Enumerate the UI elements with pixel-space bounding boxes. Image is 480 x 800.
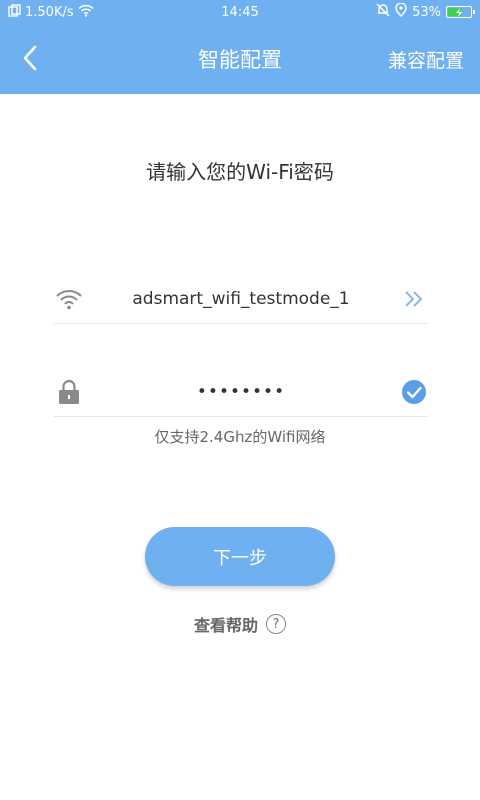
bell-muted-icon xyxy=(376,3,390,21)
title-bar: 智能配置 兼容配置 xyxy=(0,24,480,94)
compat-config-button[interactable]: 兼容配置 xyxy=(388,24,464,94)
password-prompt: 请输入您的Wi-Fi密码 xyxy=(146,160,334,184)
next-button[interactable]: 下一步 xyxy=(145,527,335,586)
check-circle-icon xyxy=(400,378,428,406)
password-input[interactable] xyxy=(94,382,388,402)
battery-percent: 53% xyxy=(412,4,441,20)
ssid-row[interactable]: adsmart_wifi_testmode_1 xyxy=(54,274,428,324)
status-bar: 1.50K/s 14:45 53% xyxy=(0,0,480,24)
help-link-label: 查看帮助 xyxy=(193,616,258,635)
help-link[interactable]: 查看帮助 ? xyxy=(0,612,480,636)
network-hint: 仅支持2.4Ghz的Wifi网络 xyxy=(154,428,326,446)
double-chevron-right-icon[interactable] xyxy=(400,285,428,313)
help-icon: ? xyxy=(266,614,286,634)
ssid-text: adsmart_wifi_testmode_1 xyxy=(132,288,350,309)
battery-icon xyxy=(446,6,475,18)
wifi-icon xyxy=(54,284,84,314)
location-icon xyxy=(395,2,407,21)
password-row xyxy=(54,368,428,417)
status-right: 53% xyxy=(376,0,475,24)
lock-icon xyxy=(54,377,84,407)
